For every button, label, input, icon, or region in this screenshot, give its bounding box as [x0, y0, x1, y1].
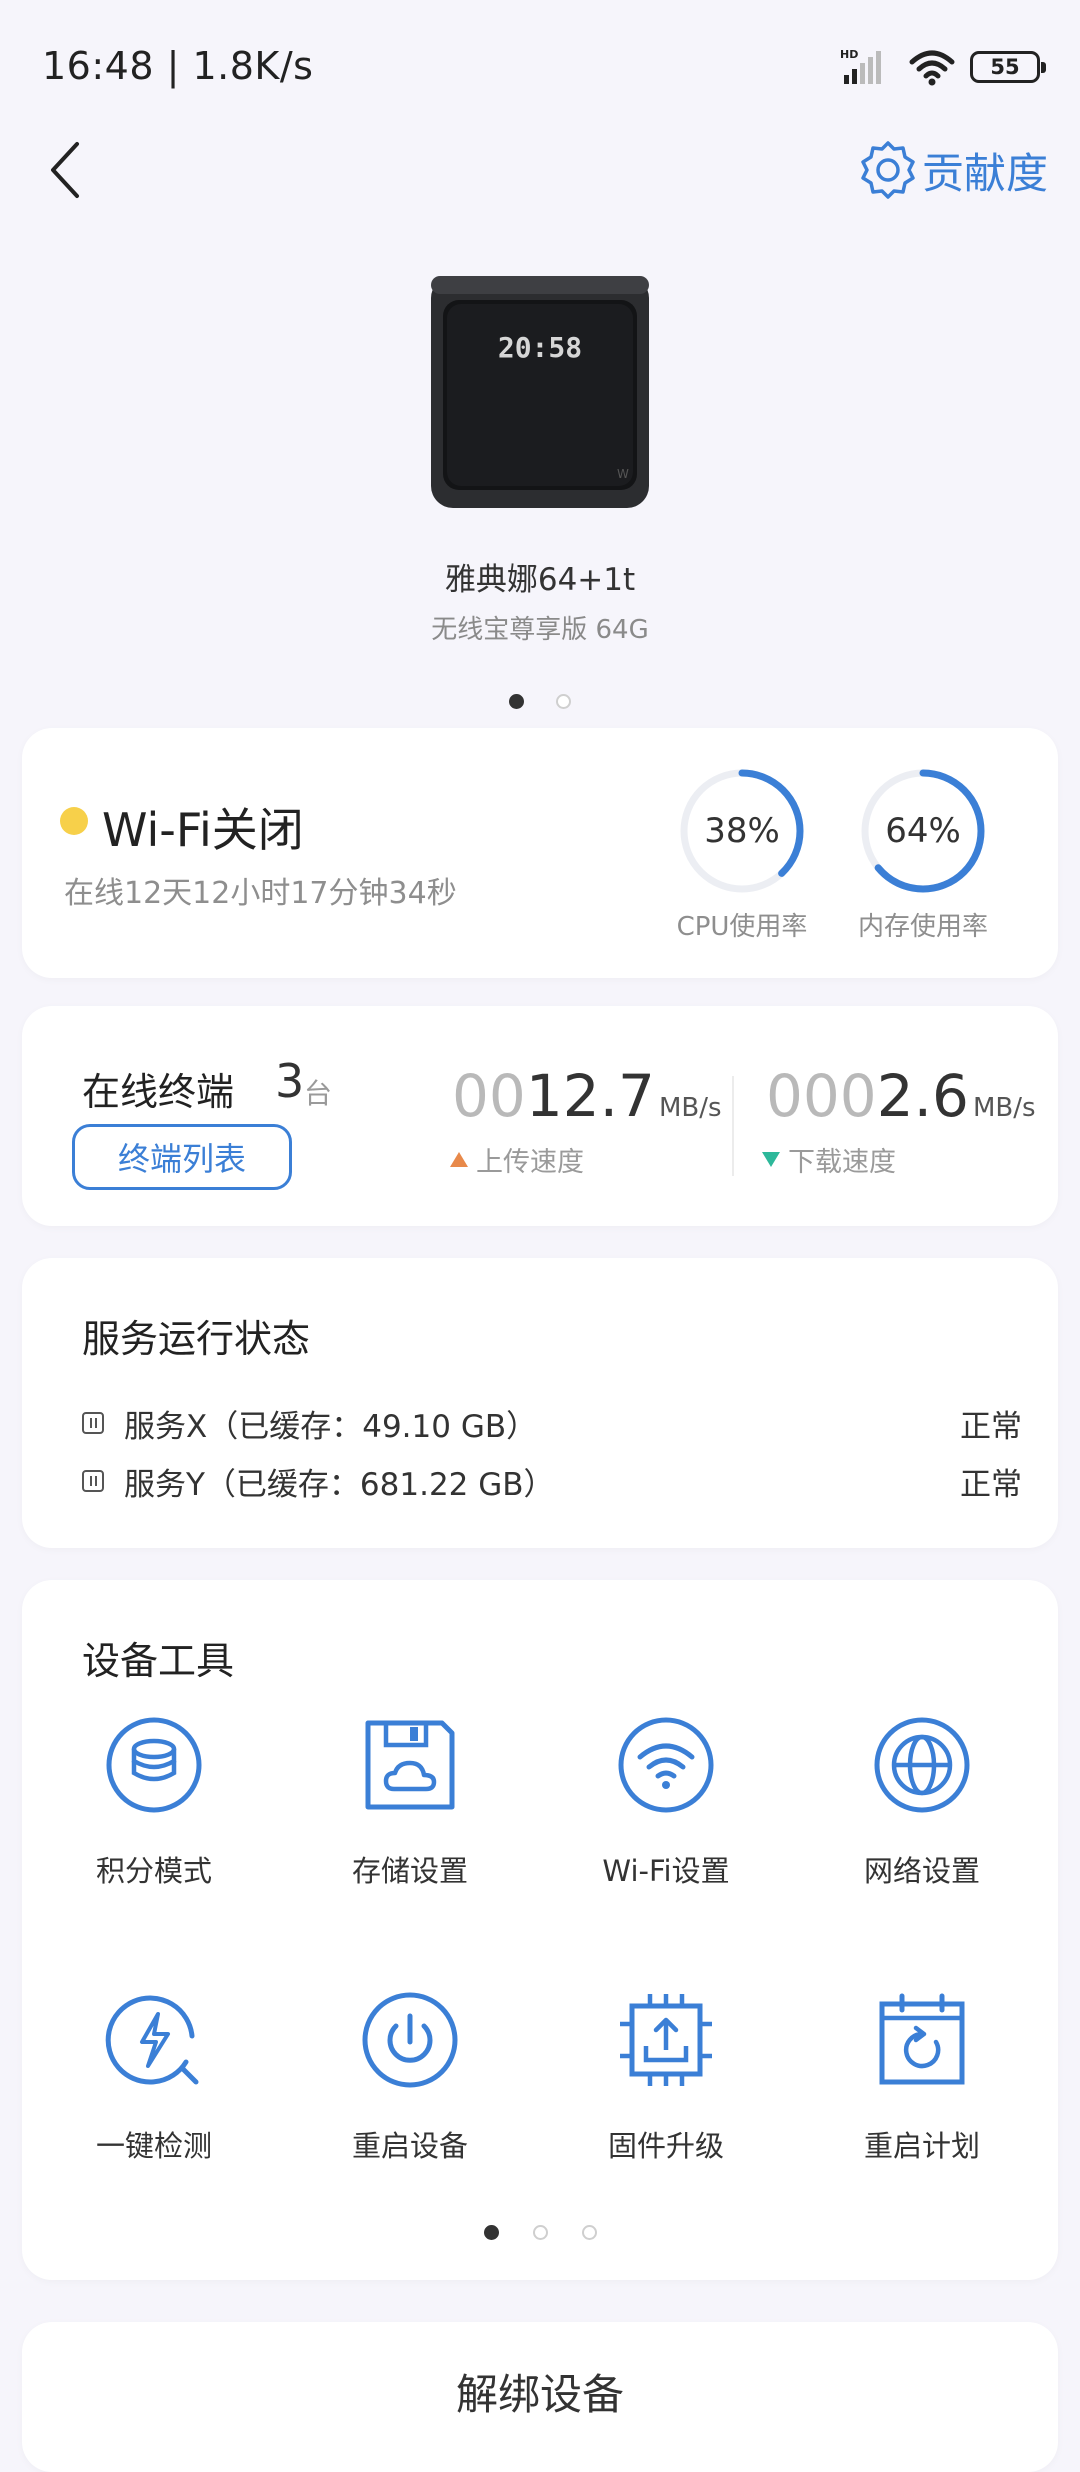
tool-restart-device[interactable]: 重启设备	[310, 1985, 510, 2165]
divider	[732, 1076, 734, 1176]
tool-label: 一键检测	[95, 2129, 212, 2163]
wifi-icon	[611, 1710, 721, 1820]
tool-label: 网络设置	[863, 1854, 980, 1888]
tool-one-click-detect[interactable]: 一键检测	[54, 1985, 254, 2165]
upload-speed-label: 上传速度	[450, 1140, 584, 1179]
pager-dot	[483, 2225, 499, 2240]
battery-level: 55	[990, 55, 1020, 79]
download-speed: 000 2.6 MB/s	[766, 1062, 1036, 1130]
unbind-device-button[interactable]: 解绑设备	[22, 2322, 1058, 2460]
online-terminals-count: 3	[275, 1054, 305, 1108]
device-name: 雅典娜64+1t	[444, 562, 636, 598]
terminal-list-button[interactable]: 终端列表	[72, 1124, 292, 1190]
power-icon	[355, 1985, 465, 2095]
device-pager	[0, 694, 1080, 709]
device-screen-time: 20:58	[498, 331, 582, 364]
service-row: 服务Y（已缓存：681.22 GB） 正常	[82, 1456, 1022, 1506]
upload-arrow-icon	[450, 1152, 468, 1167]
uptime-text: 在线12天12小时17分钟34秒	[64, 876, 457, 911]
status-icons: HD 55	[840, 42, 1046, 92]
tool-firmware-upgrade[interactable]: 固件升级	[566, 1985, 766, 2165]
tool-wifi-settings[interactable]: Wi-Fi设置	[566, 1710, 766, 1890]
terminal-card: 在线终端 3 台 终端列表 00 12.7 MB/s 上传速度 000 2.6 MB/s…	[22, 1006, 1058, 1226]
memory-value: 64%	[885, 811, 961, 851]
service-row: 服务X（已缓存：49.10 GB） 正常	[82, 1398, 1022, 1448]
schedule-icon	[867, 1985, 977, 2095]
download-arrow-icon	[762, 1152, 780, 1167]
nav-bar: 贡献度	[0, 120, 1080, 220]
detect-icon	[99, 1985, 209, 2095]
tool-points-mode[interactable]: 积分模式	[54, 1710, 254, 1890]
status-time: 16:48 | 1.8K/s	[42, 44, 314, 88]
service-state: 正常	[960, 1466, 1022, 1503]
tool-label: 固件升级	[607, 2129, 724, 2163]
download-speed-value: 2.6	[876, 1062, 969, 1130]
storage-icon	[355, 1710, 465, 1820]
tool-storage-settings[interactable]: 存储设置	[310, 1710, 510, 1890]
download-speed-prefix: 000	[766, 1062, 877, 1130]
upload-speed: 00 12.7 MB/s	[452, 1062, 722, 1130]
memory-gauge: 64%	[858, 766, 988, 896]
back-arrow-icon	[51, 142, 79, 198]
pager-dot	[556, 694, 571, 709]
cpu-label: CPU使用率	[676, 912, 808, 942]
tools-pager	[22, 2225, 1058, 2240]
online-terminals-label: 在线终端	[82, 1070, 235, 1114]
cpu-gauge: 38%	[677, 766, 807, 896]
wifi-signal-icon	[909, 50, 955, 86]
tool-label: 积分模式	[95, 1854, 212, 1888]
contribution-button[interactable]: 贡献度	[860, 130, 1048, 210]
tool-restart-schedule[interactable]: 重启计划	[822, 1985, 1022, 2165]
contribution-label: 贡献度	[921, 148, 1048, 198]
svg-text:W: W	[617, 467, 629, 481]
wifi-status: Wi-Fi关闭	[102, 803, 304, 857]
device-model: 无线宝尊享版 64G	[431, 615, 649, 645]
device-tools-card: 设备工具 积分模式 存储设置 Wi-Fi设置 网络设置 一键检测 重启设备 固件…	[22, 1580, 1058, 2280]
memory-label: 内存使用率	[857, 912, 988, 942]
tool-network-settings[interactable]: 网络设置	[822, 1710, 1022, 1890]
battery-icon: 55	[970, 51, 1046, 83]
coins-icon	[99, 1710, 209, 1820]
service-icon	[82, 1412, 104, 1434]
tool-label: 存储设置	[351, 1854, 468, 1888]
service-status-card: 服务运行状态 服务X（已缓存：49.10 GB） 正常 服务Y（已缓存：681.…	[22, 1258, 1058, 1548]
globe-icon	[867, 1710, 977, 1820]
unbind-card: 解绑设备	[22, 2322, 1058, 2472]
back-button[interactable]	[30, 130, 100, 210]
tool-label: Wi-Fi设置	[602, 1854, 730, 1888]
status-bar: 16:48 | 1.8K/s HD 55	[0, 0, 1080, 130]
device-carousel[interactable]: 20:58 W 雅典娜64+1t 无线宝尊享版 64G	[0, 270, 1080, 709]
upload-speed-prefix: 00	[452, 1062, 526, 1130]
cellular-signal-icon: HD	[840, 48, 881, 84]
network-type-label: HD	[840, 48, 858, 61]
cpu-value: 38%	[704, 811, 780, 851]
badge-icon	[861, 141, 915, 199]
service-status-title: 服务运行状态	[82, 1317, 311, 1361]
upload-speed-value: 12.7	[525, 1062, 655, 1130]
pager-dot	[581, 2225, 597, 2240]
download-speed-unit: MB/s	[972, 1093, 1036, 1123]
pager-dot	[509, 694, 524, 709]
upload-speed-text: 上传速度	[476, 1147, 584, 1178]
service-icon	[82, 1470, 104, 1492]
service-state: 正常	[960, 1408, 1022, 1445]
service-name: 服务X（已缓存：49.10 GB）	[124, 1408, 538, 1445]
download-speed-label: 下载速度	[762, 1140, 896, 1179]
service-name: 服务Y（已缓存：681.22 GB）	[124, 1466, 555, 1503]
device-tools-title: 设备工具	[82, 1639, 235, 1683]
wifi-status-indicator	[60, 807, 88, 835]
online-terminals-unit: 台	[304, 1077, 333, 1110]
pager-dot	[532, 2225, 548, 2240]
tool-label: 重启计划	[863, 2129, 980, 2163]
device-status-card: Wi-Fi关闭 在线12天12小时17分钟34秒 38% CPU使用率 64% …	[22, 728, 1058, 978]
upload-speed-unit: MB/s	[658, 1093, 722, 1123]
tool-label: 重启设备	[351, 2129, 468, 2163]
firmware-icon	[611, 1985, 721, 2095]
device-image: 20:58 W	[425, 270, 655, 520]
download-speed-text: 下载速度	[788, 1147, 896, 1178]
